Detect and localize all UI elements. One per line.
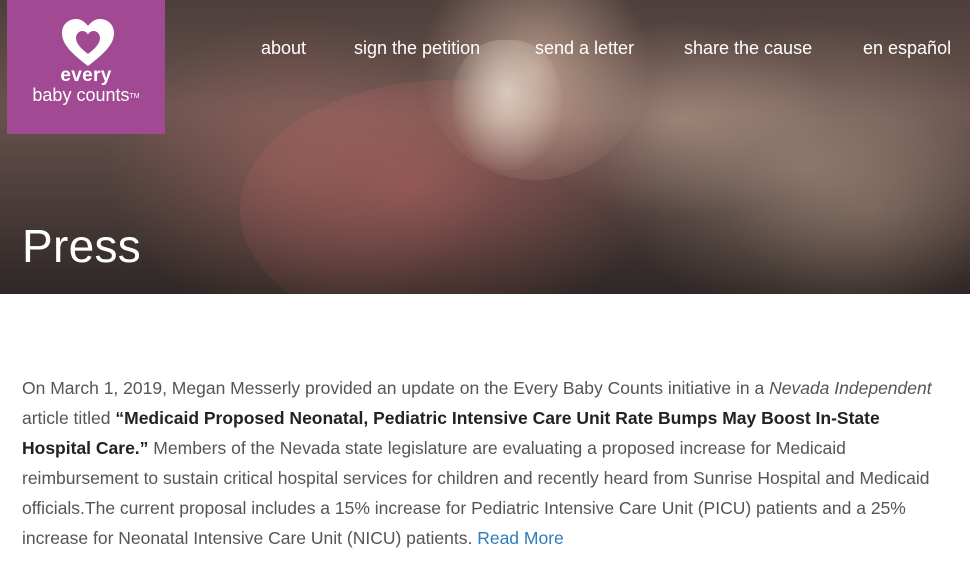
article-after-publication: article titled	[22, 408, 116, 428]
brand-name-line1: every	[60, 65, 112, 86]
nav-about[interactable]: about	[261, 36, 306, 60]
nav-en-espanol[interactable]: en español	[863, 36, 951, 60]
article-intro: On March 1, 2019, Megan Messerly provide…	[22, 378, 770, 398]
press-article-summary: On March 1, 2019, Megan Messerly provide…	[22, 373, 942, 553]
read-more-link[interactable]: Read More	[477, 528, 564, 548]
nav-send-a-letter[interactable]: send a letter	[535, 36, 634, 60]
main-nav: about sign the petition send a letter sh…	[0, 36, 970, 62]
brand-name-line2-text: baby counts	[32, 85, 130, 105]
site-logo[interactable]: every baby countsTM	[7, 0, 165, 134]
brand-name-line2: baby countsTM	[7, 85, 165, 105]
article-body: Members of the Nevada state legislature …	[22, 438, 930, 548]
nav-sign-the-petition[interactable]: sign the petition	[354, 36, 480, 60]
article-publication: Nevada Independent	[769, 378, 932, 398]
nav-share-the-cause[interactable]: share the cause	[684, 36, 812, 60]
trademark-symbol: TM	[129, 93, 140, 100]
page-title: Press	[22, 220, 142, 272]
